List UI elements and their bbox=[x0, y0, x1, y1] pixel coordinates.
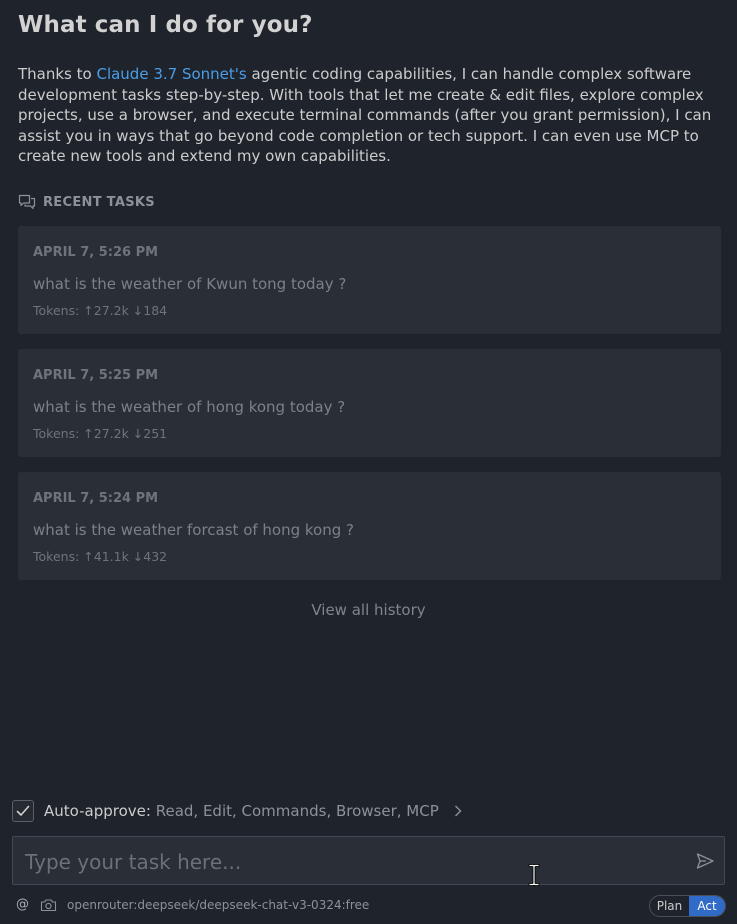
task-text: what is the weather of Kwun tong today ? bbox=[33, 275, 347, 293]
model-link[interactable]: Claude 3.7 Sonnet's bbox=[96, 65, 246, 83]
auto-approve-label: Auto-approve: bbox=[44, 802, 151, 820]
plan-act-toggle[interactable]: Plan Act bbox=[649, 895, 726, 917]
task-tokens: Tokens: ↑41.1k ↓432 bbox=[33, 549, 168, 564]
mention-button[interactable]: @ bbox=[16, 897, 29, 912]
intro-text: Thanks to Claude 3.7 Sonnet's agentic co… bbox=[18, 64, 718, 167]
auto-approve-bar[interactable]: Auto-approve: Read, Edit, Commands, Brow… bbox=[12, 800, 463, 822]
task-tokens: Tokens: ↑27.2k ↓251 bbox=[33, 426, 168, 441]
recent-task-list: APRIL 7, 5:26 PM what is the weather of … bbox=[18, 226, 721, 595]
task-date: APRIL 7, 5:26 PM bbox=[33, 245, 159, 260]
camera-icon[interactable] bbox=[40, 898, 57, 912]
view-all-history-link[interactable]: View all history bbox=[0, 601, 737, 619]
act-mode-button[interactable]: Act bbox=[689, 896, 725, 916]
task-input[interactable] bbox=[23, 845, 677, 879]
send-icon[interactable] bbox=[695, 851, 715, 871]
auto-approve-checkbox[interactable] bbox=[12, 800, 34, 822]
recent-tasks-header: RECENT TASKS bbox=[18, 194, 155, 210]
checkmark-icon bbox=[16, 805, 30, 816]
task-tokens: Tokens: ↑27.2k ↓184 bbox=[33, 303, 168, 318]
intro-prefix: Thanks to bbox=[18, 65, 97, 83]
task-input-container bbox=[12, 836, 725, 885]
text-cursor-icon bbox=[527, 864, 541, 890]
task-text: what is the weather forcast of hong kong… bbox=[33, 521, 354, 539]
chevron-right-icon[interactable] bbox=[453, 804, 463, 818]
model-selector[interactable]: openrouter:deepseek/deepseek-chat-v3-032… bbox=[67, 898, 369, 912]
recent-tasks-title: RECENT TASKS bbox=[43, 194, 155, 210]
task-card[interactable]: APRIL 7, 5:24 PM what is the weather for… bbox=[18, 472, 721, 580]
task-date: APRIL 7, 5:24 PM bbox=[33, 491, 159, 506]
task-date: APRIL 7, 5:25 PM bbox=[33, 368, 159, 383]
footer-bar: @ openrouter:deepseek/deepseek-chat-v3-0… bbox=[16, 897, 369, 912]
task-text: what is the weather of hong kong today ? bbox=[33, 398, 346, 416]
chat-history-icon bbox=[18, 194, 36, 210]
task-card[interactable]: APRIL 7, 5:25 PM what is the weather of … bbox=[18, 349, 721, 457]
plan-mode-button[interactable]: Plan bbox=[650, 896, 689, 916]
page-title: What can I do for you? bbox=[18, 12, 313, 38]
task-card[interactable]: APRIL 7, 5:26 PM what is the weather of … bbox=[18, 226, 721, 334]
auto-approve-values: Read, Edit, Commands, Browser, MCP bbox=[155, 802, 439, 820]
